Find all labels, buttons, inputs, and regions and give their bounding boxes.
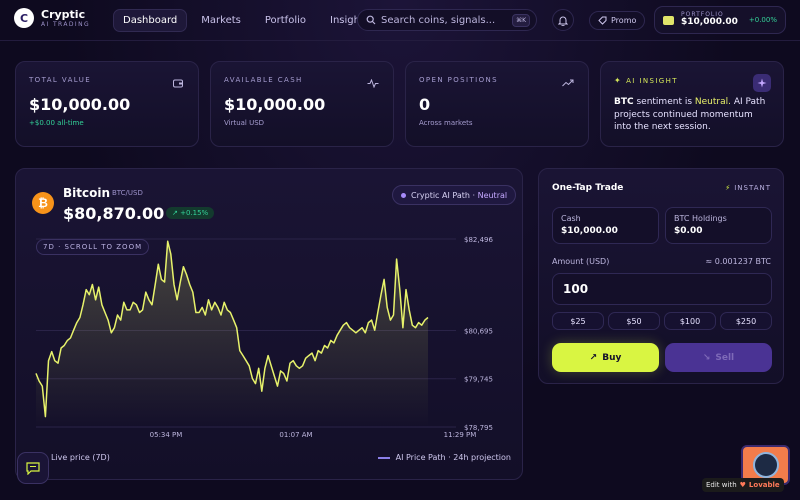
arrow-up-right-icon: ↗ bbox=[589, 352, 598, 363]
portfolio-change: +0.00% bbox=[748, 16, 777, 24]
promo-button[interactable]: Promo bbox=[589, 11, 646, 30]
holdings-label: BTC Holdings bbox=[674, 214, 727, 223]
stat-value: $10,000.00 bbox=[224, 95, 326, 114]
stat-card-total-value: TOTAL VALUE $10,000.00 +$0.00 all-time bbox=[15, 61, 199, 147]
chart-legend: Live price (7D) AI Price Path · 24h proj… bbox=[33, 453, 511, 462]
amount-input[interactable] bbox=[552, 273, 772, 305]
holdings-value: $0.00 bbox=[674, 226, 703, 236]
sparkle-icon: ✦ bbox=[614, 76, 623, 85]
stat-value: $10,000.00 bbox=[29, 95, 131, 114]
btc-holdings: BTC Holdings $0.00 bbox=[665, 207, 772, 244]
promo-label: Promo bbox=[611, 16, 637, 25]
portfolio-summary-button[interactable]: PORTFOLIO $10,000.00 +0.00% bbox=[654, 6, 786, 34]
lightning-icon: ⚡ bbox=[725, 184, 732, 192]
insight-label-text: AI INSIGHT bbox=[626, 76, 678, 85]
wallet-icon bbox=[663, 15, 674, 25]
logo-icon: C bbox=[14, 8, 34, 28]
help-avatar-icon bbox=[752, 452, 779, 478]
insight-sentiment: Neutral. bbox=[694, 97, 731, 107]
stat-label: TOTAL VALUE bbox=[29, 76, 92, 84]
buy-button[interactable]: ↗ Buy bbox=[552, 343, 659, 372]
trade-title: One-Tap Trade bbox=[552, 183, 624, 193]
zoom-hint: 7D · SCROLL TO ZOOM bbox=[36, 239, 150, 255]
quick-amount-50[interactable]: $50 bbox=[608, 312, 660, 330]
stat-card-available-cash: AVAILABLE CASH $10,000.00 Virtual USD bbox=[210, 61, 394, 147]
message-square-icon bbox=[26, 461, 40, 475]
stat-sub: Across markets bbox=[419, 119, 473, 127]
amount-label: Amount (USD) bbox=[552, 257, 610, 266]
portfolio-value: $10,000.00 bbox=[681, 17, 738, 28]
top-bar: C Cryptic AI TRADING Dashboard Markets P… bbox=[0, 0, 800, 41]
nav-portfolio[interactable]: Portfolio bbox=[255, 9, 316, 32]
tag-icon bbox=[598, 16, 607, 25]
cash-value: $10,000.00 bbox=[561, 226, 618, 236]
cash-label: Cash bbox=[561, 214, 581, 223]
one-tap-trade-card: One-Tap Trade ⚡ INSTANT Cash $10,000.00 … bbox=[538, 168, 784, 384]
legend-live-price-label: Live price (7D) bbox=[51, 453, 110, 462]
ai-insight-card: ✦ AI INSIGHT BTC sentiment is Neutral. A… bbox=[600, 61, 784, 147]
trending-up-icon bbox=[559, 74, 577, 92]
nav-dashboard[interactable]: Dashboard bbox=[113, 9, 188, 32]
logo-text: Cryptic AI TRADING bbox=[41, 9, 90, 28]
search-icon bbox=[366, 15, 376, 25]
heart-icon: ♥ bbox=[739, 481, 746, 489]
amount-conversion: ≈ 0.001237 BTC bbox=[705, 257, 771, 266]
search-input[interactable] bbox=[381, 14, 513, 26]
x-tick-label: 01:07 AM bbox=[279, 431, 312, 439]
app-name: Cryptic bbox=[41, 7, 86, 21]
stat-card-open-positions: OPEN POSITIONS 0 Across markets bbox=[405, 61, 589, 147]
arrow-down-right-icon: ↘ bbox=[702, 352, 711, 363]
legend-ai-path: AI Price Path · 24h projection bbox=[377, 453, 511, 462]
chat-button[interactable] bbox=[17, 452, 49, 484]
quick-amount-25[interactable]: $25 bbox=[552, 312, 604, 330]
price-chart[interactable]: $82,496$80,695$79,745$78,79505:34 PM 01:0… bbox=[16, 169, 524, 449]
activity-icon bbox=[364, 74, 382, 92]
search-shortcut: ⌘K bbox=[512, 13, 530, 27]
stat-label: AVAILABLE CASH bbox=[224, 76, 303, 84]
portfolio-summary-text: PORTFOLIO $10,000.00 bbox=[681, 11, 738, 28]
x-tick-label: 05:34 PM bbox=[150, 431, 183, 439]
bell-icon bbox=[558, 16, 568, 26]
price-chart-card: ₿ Bitcoin BTC/USD $80,870.00 ↗ +0.15% Cr… bbox=[15, 168, 523, 480]
dashed-line-icon bbox=[377, 456, 390, 459]
sell-button[interactable]: ↘ Sell bbox=[665, 343, 772, 372]
app-tagline: AI TRADING bbox=[41, 20, 91, 28]
insight-label: ✦ AI INSIGHT bbox=[614, 76, 770, 85]
badge-prefix: Edit with bbox=[706, 481, 737, 489]
insight-text-1: sentiment is bbox=[633, 97, 695, 107]
stat-value: 0 bbox=[419, 95, 431, 114]
cash-balance: Cash $10,000.00 bbox=[552, 207, 659, 244]
sparkles-icon bbox=[753, 74, 771, 92]
quick-amount-250[interactable]: $250 bbox=[720, 312, 772, 330]
app-logo[interactable]: C Cryptic AI TRADING bbox=[14, 8, 90, 28]
legend-ai-path-label: AI Price Path · 24h projection bbox=[395, 453, 511, 462]
sell-label: Sell bbox=[715, 352, 735, 363]
buy-label: Buy bbox=[602, 352, 622, 363]
instant-badge: ⚡ INSTANT bbox=[725, 184, 771, 192]
instant-label: INSTANT bbox=[734, 184, 771, 192]
wallet-icon bbox=[169, 74, 187, 92]
y-tick-label: $80,695 bbox=[464, 327, 493, 335]
main-nav: Dashboard Markets Portfolio Insights bbox=[113, 9, 379, 32]
notifications-button[interactable] bbox=[552, 9, 574, 31]
nav-markets[interactable]: Markets bbox=[191, 9, 251, 32]
price-area bbox=[36, 241, 428, 427]
quick-amount-100[interactable]: $100 bbox=[664, 312, 716, 330]
stat-sub: +$0.00 all-time bbox=[29, 119, 84, 127]
search-bar[interactable]: ⌘K bbox=[357, 9, 537, 31]
insight-text: BTC sentiment is Neutral. AI Path projec… bbox=[614, 96, 770, 134]
edit-with-lovable-badge[interactable]: Edit with ♥ Lovable bbox=[702, 478, 784, 492]
stat-sub: Virtual USD bbox=[224, 119, 265, 127]
y-tick-label: $82,496 bbox=[464, 236, 493, 244]
stat-label: OPEN POSITIONS bbox=[419, 76, 498, 84]
badge-brand: Lovable bbox=[748, 481, 780, 489]
x-tick-label: 11:29 PM bbox=[444, 431, 477, 439]
insight-coin: BTC bbox=[614, 97, 634, 107]
y-tick-label: $79,745 bbox=[464, 376, 493, 384]
